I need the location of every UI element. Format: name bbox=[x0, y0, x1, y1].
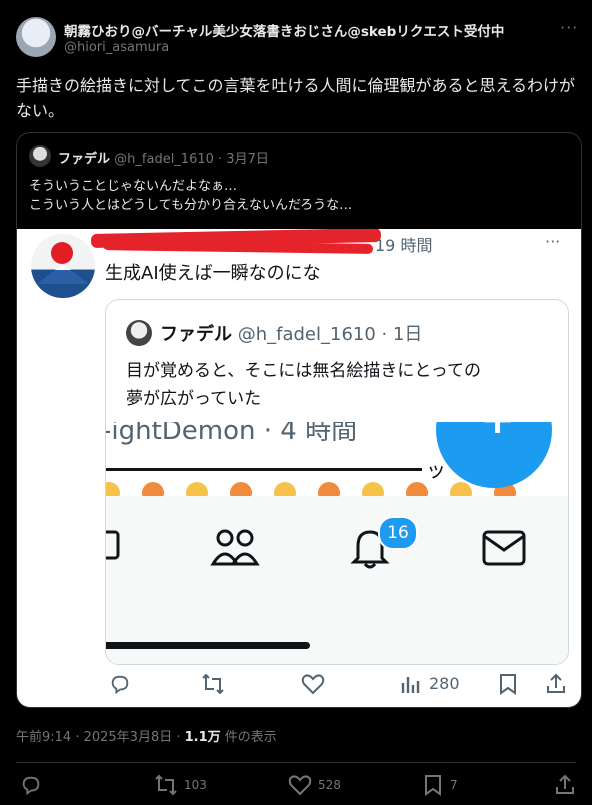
screenshot-time: 19 時間 bbox=[375, 236, 433, 255]
quote-text-line-1: そういうことじゃないんだよなぁ… bbox=[29, 179, 238, 194]
divider bbox=[16, 762, 576, 763]
tweet-meta: 午前9:14 · 2025年3月8日 · 1.1万 件の表示 bbox=[16, 726, 277, 745]
inner-quote-line-1: 目が覚めると、そこには無名絵描きにとっての bbox=[126, 361, 481, 381]
like-button[interactable]: 528 bbox=[288, 774, 341, 796]
screenshot-like-icon bbox=[301, 674, 325, 695]
screenshot-views-icon bbox=[401, 677, 420, 693]
share-icon bbox=[556, 774, 574, 794]
messages-envelope-icon bbox=[482, 530, 526, 566]
screenshot-avatar bbox=[31, 234, 95, 298]
communities-icon bbox=[210, 529, 260, 566]
notification-badge: 16 bbox=[378, 516, 418, 550]
home-icon bbox=[106, 530, 120, 560]
retweet-count: 103 bbox=[184, 778, 207, 792]
retweet-button[interactable]: 103 bbox=[154, 774, 207, 796]
compose-fab-plus: + bbox=[480, 422, 515, 443]
author-handle[interactable]: @hiori_asamura bbox=[64, 40, 169, 55]
author-avatar[interactable] bbox=[16, 17, 56, 57]
inner-quote-name: ファデル bbox=[160, 324, 232, 345]
quote-avatar bbox=[29, 145, 51, 167]
inner-quote-handle: @h_fadel_1610 · 1日 bbox=[237, 324, 423, 345]
inner-quote-avatar bbox=[126, 320, 152, 346]
tweet-text: 手描きの絵描きに対してこの言葉を吐ける人間に倫理観があると思えるわけがない。 bbox=[16, 76, 576, 120]
tweet-timestamp[interactable]: 午前9:14 · 2025年3月8日 · bbox=[16, 730, 180, 745]
reply-button[interactable] bbox=[20, 774, 42, 799]
attached-screenshot-image[interactable]: 19 時間 ··· 生成AI使えば一瞬なのにな ファデル @h_fadel_16… bbox=[17, 229, 581, 707]
screenshot-retweet-icon bbox=[202, 673, 224, 695]
screenshot-bookmark-icon bbox=[500, 674, 516, 695]
retweet-icon bbox=[155, 774, 177, 796]
more-options-button[interactable]: ··· bbox=[560, 18, 578, 37]
screenshot-inner-quote: ファデル @h_fadel_1610 · 1日 目が覚めると、そこには無名絵描き… bbox=[105, 299, 569, 665]
inner-quote-line-2: 夢が広がっていた bbox=[126, 389, 262, 409]
author-display-name[interactable]: 朝霧ひおり@バーチャル美少女落書きおじさん@skebリクエスト受付中 bbox=[64, 20, 504, 40]
screenshot-tweet-text: 生成AI使えば一瞬なのにな bbox=[105, 263, 321, 284]
app-bottom-nav: 16 bbox=[106, 496, 568, 664]
screenshot-share-icon bbox=[547, 673, 565, 693]
cut-handle-text: -ightDemon · 4 時間 bbox=[106, 422, 358, 446]
quote-author-name: ファデル bbox=[58, 152, 111, 167]
home-indicator-bar bbox=[106, 642, 310, 649]
like-icon bbox=[288, 775, 312, 796]
screenshot-action-bar: 280 bbox=[105, 669, 575, 699]
quote-author-handle: @h_fadel_1610 bbox=[114, 152, 214, 167]
screenshot-more: ··· bbox=[545, 232, 561, 251]
quoted-tweet-card[interactable]: ファデル @h_fadel_1610 · 3月7日 そういうことじゃないんだよな… bbox=[16, 132, 582, 708]
bookmark-button[interactable]: 7 bbox=[424, 774, 458, 796]
like-count: 528 bbox=[318, 778, 341, 792]
bookmark-count: 7 bbox=[450, 778, 458, 792]
quote-header: ファデル @h_fadel_1610 · 3月7日 bbox=[58, 148, 269, 167]
tweet-action-bar: 103 528 7 bbox=[16, 772, 576, 802]
bookmark-icon bbox=[425, 775, 441, 796]
views-count: 1.1万 bbox=[184, 730, 221, 745]
inner-quote-image: -ightDemon · 4 時間 ッ 16 bbox=[106, 422, 568, 664]
quote-text-line-2: こういう人とはどうしても分かり合えないんだろうな… bbox=[29, 198, 353, 213]
share-button[interactable] bbox=[554, 774, 576, 799]
screenshot-reply-icon bbox=[111, 675, 129, 695]
inner-quote-header: ファデル @h_fadel_1610 · 1日 bbox=[160, 320, 422, 346]
quote-date: · 3月7日 bbox=[218, 152, 269, 167]
cut-line bbox=[106, 468, 422, 471]
views-label: 件の表示 bbox=[224, 730, 277, 745]
screenshot-views-count: 280 bbox=[429, 674, 460, 693]
reply-icon bbox=[22, 776, 40, 796]
